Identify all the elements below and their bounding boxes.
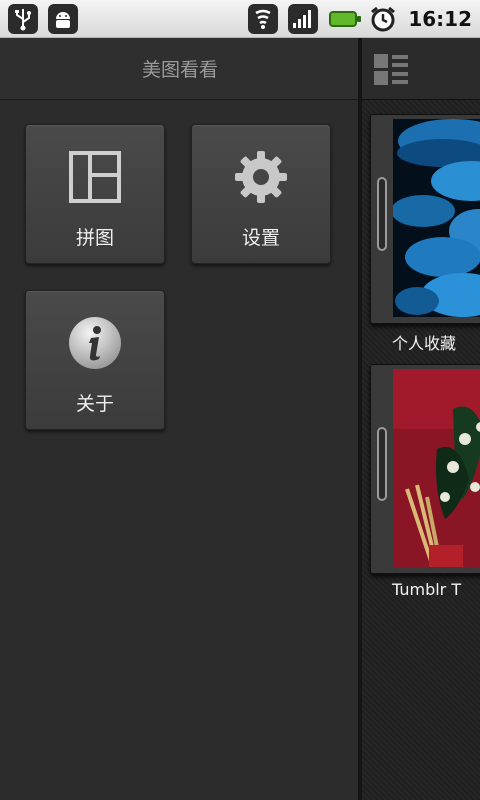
clock-time: 16:12 (408, 7, 472, 31)
settings-button[interactable]: 设置 (191, 124, 331, 264)
settings-label: 设置 (241, 227, 280, 249)
wifi-icon (248, 4, 279, 34)
album-spine-handle (377, 177, 387, 251)
album-spine-handle (377, 427, 387, 501)
album-title: 个人收藏 (392, 334, 457, 353)
info-icon (65, 313, 125, 373)
album-card[interactable] (370, 114, 480, 324)
album-panel: 个人收藏 Tumblr T (362, 38, 480, 800)
usb-icon (8, 4, 38, 34)
collage-button[interactable]: 拼图 (25, 124, 165, 264)
about-button[interactable]: 关于 (25, 290, 165, 430)
app-title-bar: 美图看看 (0, 38, 360, 100)
flowers-photo (393, 369, 480, 567)
about-label: 关于 (75, 393, 114, 415)
album-card[interactable] (370, 364, 480, 574)
collage-label: 拼图 (75, 227, 114, 249)
album-toolbar (362, 38, 480, 100)
list-view-icon[interactable] (374, 54, 410, 90)
android-debug-icon (48, 4, 78, 34)
collage-icon (65, 147, 125, 207)
status-bar: 16:12 (0, 0, 480, 38)
gear-icon (231, 147, 291, 207)
jellyfish-photo (393, 119, 480, 317)
album-title: Tumblr T (392, 580, 462, 599)
signal-icon (288, 4, 319, 34)
alarm-icon (368, 4, 398, 34)
battery-icon (328, 4, 362, 34)
app-title: 美图看看 (141, 59, 218, 81)
menu-panel: 美图看看 拼图 设置 关于 (0, 38, 360, 800)
